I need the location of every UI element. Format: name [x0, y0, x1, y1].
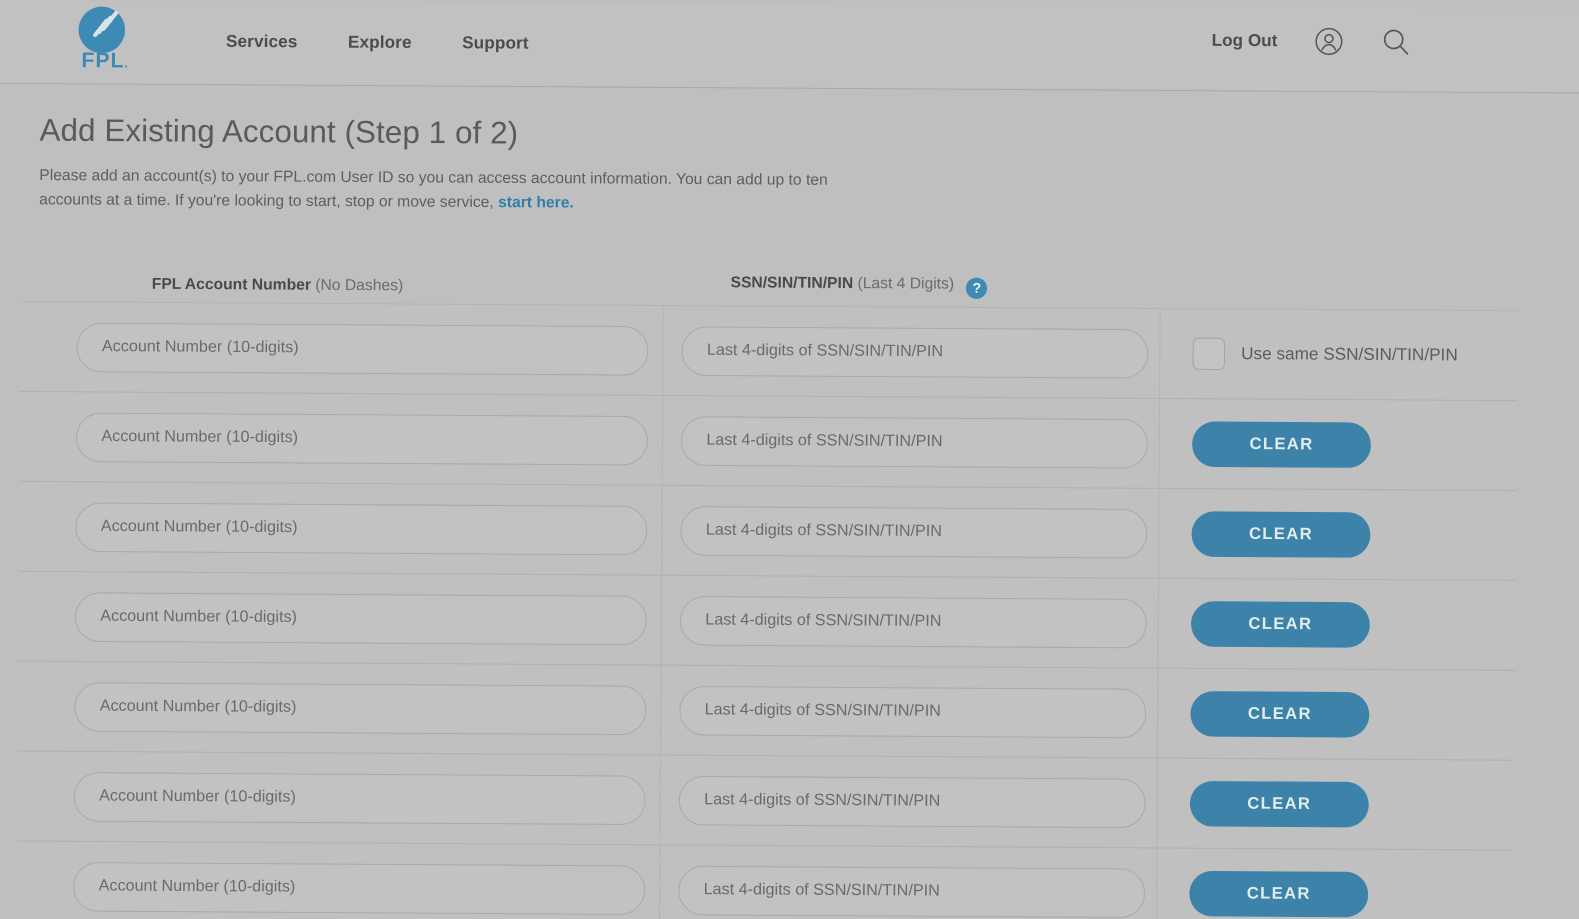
cell-action: CLEAR [1157, 848, 1514, 919]
use-same-ssn-checkbox[interactable] [1192, 337, 1226, 371]
help-question-icon[interactable]: ? [966, 277, 988, 299]
use-same-ssn-checkbox-row[interactable]: Use same SSN/SIN/TIN/PIN [1192, 337, 1458, 372]
column-header-account: FPL Account Number (No Dashes) [152, 276, 404, 296]
nav-explore[interactable]: Explore [348, 32, 412, 53]
account-number-input[interactable] [73, 771, 646, 825]
clear-button[interactable]: CLEAR [1191, 510, 1371, 558]
column-header-account-bold: FPL Account Number [151, 275, 312, 294]
main-content: Add Existing Account (Step 1 of 2) Pleas… [0, 84, 1579, 919]
table-row: CLEAR [18, 570, 1516, 670]
clear-button[interactable]: CLEAR [1190, 690, 1370, 738]
cell-action: CLEAR [1158, 669, 1515, 760]
account-rows-table: Use same SSN/SIN/TIN/PIN CLEAR CLEAR CLEAR C… [16, 301, 1518, 919]
clear-button[interactable]: CLEAR [1189, 780, 1369, 827]
account-number-input[interactable] [74, 681, 647, 735]
cell-ssn [661, 575, 1159, 668]
account-number-input[interactable] [74, 591, 647, 645]
cell-action: Use same SSN/SIN/TIN/PIN [1160, 309, 1517, 400]
ssn-input[interactable] [680, 415, 1148, 469]
cell-account-number [18, 481, 663, 575]
cell-action: CLEAR [1157, 759, 1514, 850]
cell-account-number [19, 392, 664, 485]
cell-ssn [660, 755, 1158, 848]
search-icon[interactable] [1380, 27, 1410, 57]
table-row: CLEAR [19, 390, 1517, 491]
fpl-logo-text: FPL. [81, 48, 129, 73]
ssn-input[interactable] [678, 775, 1146, 828]
ssn-input[interactable] [678, 865, 1146, 918]
header-actions: Log Out [1212, 26, 1411, 58]
log-out-button[interactable]: Log Out [1212, 31, 1278, 52]
page-title: Add Existing Account (Step 1 of 2) [39, 112, 519, 151]
table-row: CLEAR [18, 480, 1517, 580]
account-number-input[interactable] [76, 322, 649, 376]
clear-button[interactable]: CLEAR [1189, 870, 1369, 917]
nav-support[interactable]: Support [462, 33, 529, 54]
fpl-logo-icon[interactable]: FPL. [66, 4, 153, 75]
clear-button[interactable]: CLEAR [1190, 600, 1370, 648]
ssn-input[interactable] [681, 325, 1149, 379]
account-number-input[interactable] [73, 861, 646, 915]
cell-ssn [660, 665, 1159, 758]
page-description: Please add an account(s) to your FPL.com… [39, 164, 857, 217]
user-account-icon[interactable] [1314, 26, 1344, 56]
cell-ssn [662, 485, 1160, 578]
cell-ssn [659, 845, 1158, 919]
nav-services[interactable]: Services [226, 32, 298, 53]
table-row: Use same SSN/SIN/TIN/PIN [19, 301, 1518, 401]
page-description-text: Please add an account(s) to your FPL.com… [39, 166, 828, 212]
column-header-ssn: SSN/SIN/TIN/PIN (Last 4 Digits)? [730, 274, 988, 299]
fpl-logo-mark [78, 6, 126, 54]
table-row: CLEAR [17, 750, 1515, 850]
column-header-ssn-sub: (Last 4 Digits) [853, 274, 955, 293]
cell-action: CLEAR [1159, 489, 1516, 580]
cell-account-number [17, 661, 662, 755]
cell-ssn [663, 306, 1161, 398]
column-header-account-sub: (No Dashes) [310, 276, 404, 295]
cell-account-number [17, 751, 661, 845]
ssn-input[interactable] [680, 505, 1148, 558]
page-root: FPL. Services Explore Support Log Out Ad… [0, 0, 1579, 919]
table-row: CLEAR [16, 840, 1514, 919]
account-number-input[interactable] [75, 412, 648, 466]
account-number-input[interactable] [75, 501, 648, 555]
cell-action: CLEAR [1158, 579, 1515, 670]
cell-account-number [18, 571, 663, 665]
cell-account-number [16, 841, 661, 919]
cell-ssn [662, 395, 1161, 488]
table-column-headers: FPL Account Number (No Dashes) SSN/SIN/T… [20, 243, 1517, 311]
column-header-ssn-bold: SSN/SIN/TIN/PIN [730, 274, 854, 293]
main-navigation: Services Explore Support [226, 32, 529, 54]
start-here-link[interactable]: start here. [498, 194, 574, 212]
clear-button[interactable]: CLEAR [1192, 420, 1372, 468]
cell-action: CLEAR [1160, 399, 1517, 490]
cell-account-number [19, 302, 664, 395]
table-row: CLEAR [17, 660, 1515, 760]
site-header: FPL. Services Explore Support Log Out [0, 0, 1579, 94]
ssn-input[interactable] [679, 685, 1147, 738]
use-same-ssn-label: Use same SSN/SIN/TIN/PIN [1241, 343, 1458, 365]
ssn-input[interactable] [679, 595, 1147, 648]
